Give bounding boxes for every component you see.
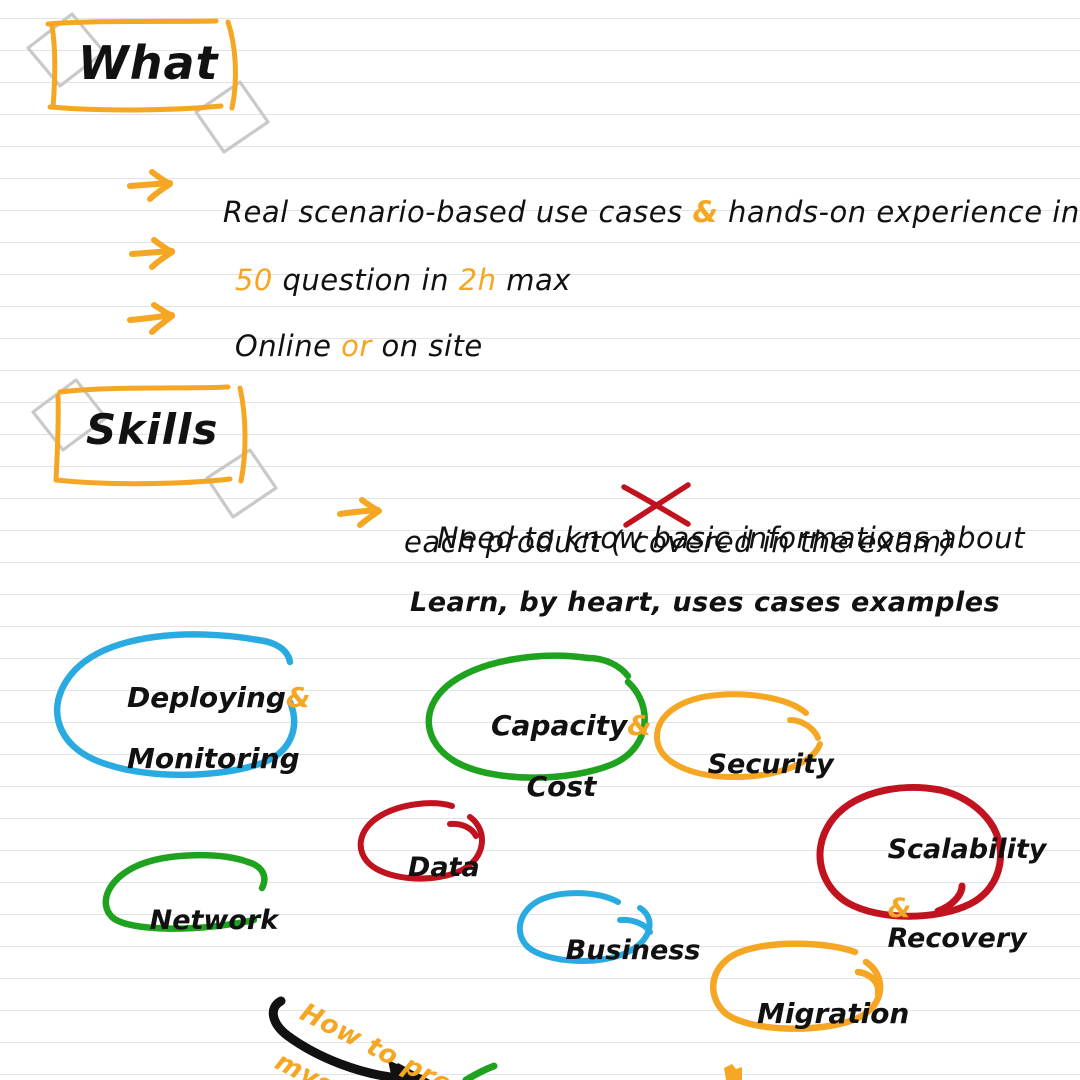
bubble-business-line1: Business	[565, 934, 701, 966]
bullet-what-3-text-b: on site	[371, 329, 483, 364]
arrow-right-icon-1	[127, 169, 173, 202]
bubble-deploying-line1: Deploying	[127, 680, 286, 714]
bullet-what-3: Online or on site	[196, 298, 483, 395]
bubble-label-scalability-recovery: Scalability & Recovery	[850, 805, 1047, 983]
bubble-data-line1: Data	[407, 851, 480, 883]
page-title-skills: Skills	[86, 405, 219, 454]
arrow-right-icon-4	[337, 497, 382, 528]
bubble-label-network: Network	[112, 876, 279, 965]
bubble-network-line1: Network	[149, 904, 279, 936]
ampersand-icon: &	[887, 893, 912, 925]
bullet-what-3-text-a: Online	[234, 329, 342, 364]
page-title-what: What	[78, 36, 219, 90]
bubble-label-data: Data	[370, 823, 480, 912]
skills-note-learn-by-heart: Learn, by heart, uses cases examples	[410, 587, 1001, 618]
bubble-security-line1: Security	[707, 748, 834, 780]
bubble-capacity-line2: Cost	[526, 770, 597, 804]
arrow-right-icon-3	[127, 302, 175, 335]
bullet-what-1-text-b: hands-on experience in GCP	[727, 195, 1080, 230]
bubble-label-deploying-monitoring: Deploying& Monitoring	[88, 652, 310, 806]
bubble-label-capacity-cost: Capacity& Cost	[452, 680, 652, 834]
bullet-what-2-text-a: question in	[272, 263, 459, 298]
bubble-scalability-line1: Scalability	[887, 833, 1047, 865]
bubble-migration-line1: Migration	[757, 996, 910, 1030]
bubble-label-business: Business	[528, 906, 701, 995]
bullet-what-2-text-b: max	[496, 263, 571, 298]
question-count: 50	[234, 263, 273, 298]
bottom-orange-mark	[724, 1064, 742, 1080]
ampersand-icon: &	[285, 680, 311, 714]
bubble-label-migration: Migration	[718, 968, 909, 1060]
ampersand-icon: &	[627, 708, 652, 742]
bubble-label-security: Security	[670, 720, 834, 809]
ampersand-icon: &	[692, 195, 719, 230]
arrow-right-icon-2	[129, 237, 175, 270]
tape-skills-bottomright	[205, 448, 278, 519]
bubble-capacity-line1: Capacity	[491, 708, 628, 742]
bullet-what-1-text-a: Real scenario-based use cases	[222, 195, 693, 230]
duration-value: 2h	[458, 263, 497, 298]
bubble-deploying-line2: Monitoring	[127, 742, 300, 776]
notebook-page: What Real scenario-based use cases & han…	[0, 0, 1080, 1080]
bubble-scalability-line2: Recovery	[887, 922, 1027, 954]
skills-bullet-line-2: each product ( covered in the exam)	[404, 525, 954, 559]
or-connector: or	[341, 329, 372, 364]
